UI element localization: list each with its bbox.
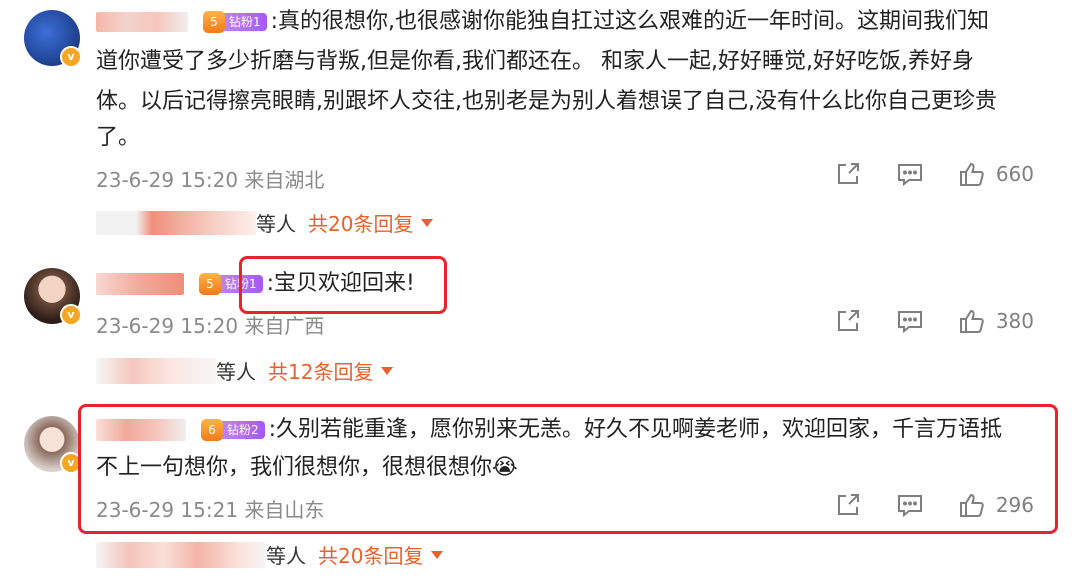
highlight-box (78, 404, 1058, 534)
comment-icon (897, 164, 922, 187)
like-icon (959, 162, 984, 186)
like-button[interactable]: 660 (958, 160, 1034, 188)
crown-icon: 5 (199, 273, 221, 295)
reply-summary[interactable]: 等人 共12条回复 (96, 356, 394, 385)
share-icon (837, 163, 859, 184)
username-redacted[interactable] (96, 273, 184, 295)
comment-meta: 23-6-29 15:20 来自广西 (96, 314, 325, 338)
chevron-down-icon (431, 550, 444, 559)
reply-suffix: 等人 (256, 212, 296, 236)
reply-suffix: 等人 (216, 360, 256, 384)
like-count: 380 (995, 309, 1034, 333)
reply-count: 共12条回复 (268, 360, 374, 384)
comment-meta: 23-6-29 15:20 来自湖北 (96, 168, 325, 192)
share-button[interactable] (834, 160, 862, 188)
comment-actions: 660 (800, 160, 1034, 188)
fan-badge[interactable]: 5 钻粉1 (203, 11, 267, 33)
reply-summary[interactable]: 等人 共20条回复 (96, 540, 444, 569)
comment-button[interactable] (896, 160, 924, 188)
replier-redacted (96, 210, 256, 235)
chevron-down-icon (381, 366, 394, 375)
comment-text-line: 了。 (96, 125, 141, 150)
avatar[interactable]: v (24, 10, 82, 68)
chevron-down-icon (421, 218, 434, 227)
like-button[interactable]: 380 (958, 307, 1034, 335)
reply-suffix: 等人 (266, 544, 306, 568)
crown-icon: 6 (201, 419, 223, 441)
verified-badge-icon: v (60, 304, 82, 326)
username-redacted[interactable] (96, 12, 188, 32)
share-icon (837, 310, 859, 331)
replier-redacted (96, 541, 266, 568)
like-count: 660 (995, 162, 1034, 186)
replier-redacted (96, 357, 216, 384)
share-button[interactable] (834, 307, 862, 335)
avatar[interactable]: v (24, 416, 82, 474)
comment-text-line: 道你遭受了多少折磨与背叛,但是你看,我们都还在。 和家人一起,好好睡觉,好好吃饭… (96, 49, 974, 74)
comment-text-line: 体。以后记得擦亮眼睛,别跟坏人交往,也别老是为别人着想误了自己,没有什么比你自己… (96, 89, 997, 114)
comment-first-line: 5 钻粉1 :真的很想你,也很感谢你能独自扛过这么艰难的近一年时间。这期间我们知 (96, 4, 989, 40)
comment-actions: 380 (800, 307, 1034, 335)
like-icon (959, 309, 984, 333)
comment-icon (897, 311, 922, 334)
avatar[interactable]: v (24, 268, 82, 326)
reply-count: 共20条回复 (308, 212, 414, 236)
comment-button[interactable] (896, 307, 924, 335)
highlight-box (239, 256, 447, 314)
verified-badge-icon: v (60, 46, 82, 68)
comment-text-line: :真的很想你,也很感谢你能独自扛过这么艰难的近一年时间。这期间我们知 (270, 9, 990, 34)
reply-count: 共20条回复 (318, 544, 424, 568)
crown-icon: 5 (203, 11, 225, 33)
reply-summary[interactable]: 等人 共20条回复 (96, 208, 434, 237)
